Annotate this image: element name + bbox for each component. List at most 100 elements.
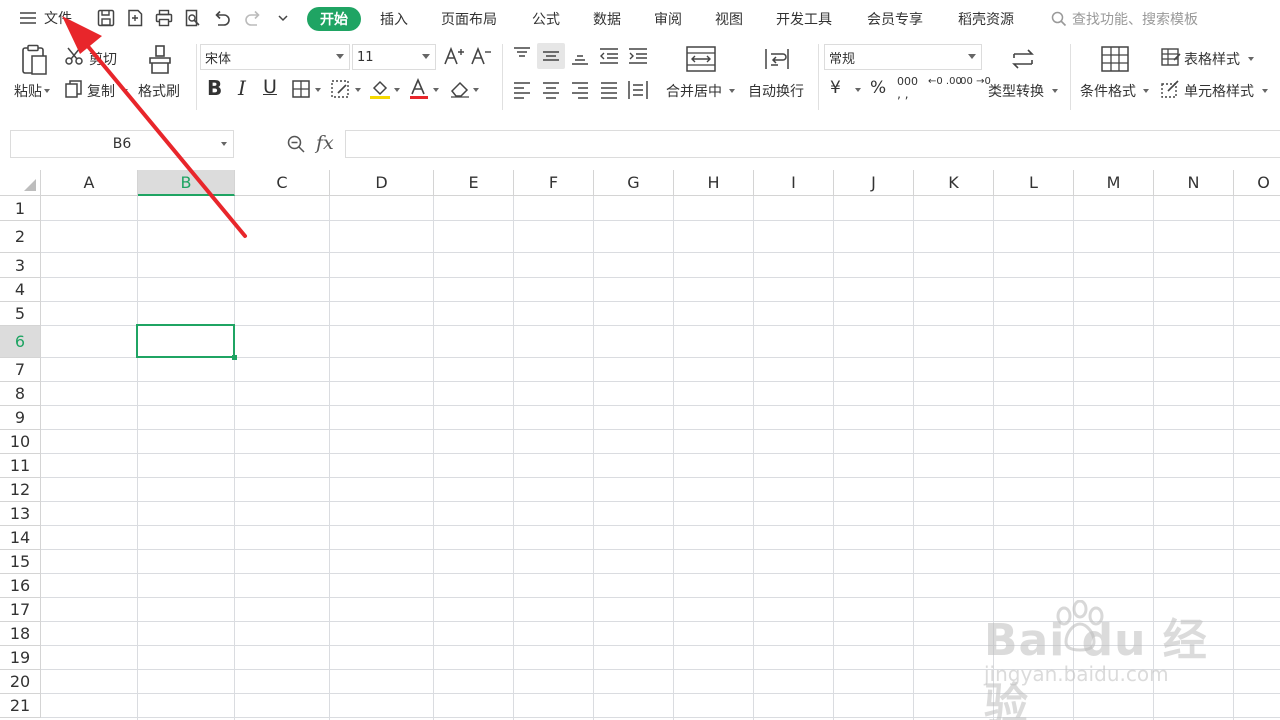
border-icon[interactable] (291, 79, 311, 99)
row-header[interactable]: 1 (0, 196, 41, 221)
italic-button[interactable]: I (238, 76, 246, 100)
type-convert-button[interactable]: 类型转换 (988, 81, 1044, 101)
align-top-icon[interactable] (512, 46, 532, 66)
font-name-select[interactable]: 宋体 (200, 44, 350, 70)
tab-view[interactable]: 视图 (715, 9, 743, 29)
row-header[interactable]: 20 (0, 670, 41, 694)
percent-button[interactable]: % (870, 78, 886, 98)
row-header[interactable]: 6 (0, 326, 41, 358)
fill-handle[interactable] (232, 355, 237, 360)
customize-toolbar-icon[interactable] (273, 8, 293, 28)
column-header[interactable]: H (674, 170, 754, 196)
export-pdf-icon[interactable] (125, 8, 145, 28)
spreadsheet-grid[interactable]: A B C D E F G H I J K L M N O 1 2 3 4 5 6 7 8 9 10 11 12 13 14 15 16 17… (0, 170, 1280, 720)
column-header[interactable]: L (994, 170, 1074, 196)
copy-dropdown-icon[interactable] (122, 89, 128, 93)
font-color-icon[interactable] (409, 78, 429, 100)
tab-review[interactable]: 审阅 (654, 9, 682, 29)
cell-style-dropdown-icon[interactable] (1262, 89, 1268, 93)
row-header[interactable]: 19 (0, 646, 41, 670)
copy-button[interactable]: 复制 (87, 81, 115, 101)
tab-formulas[interactable]: 公式 (532, 9, 560, 29)
row-header[interactable]: 3 (0, 253, 41, 278)
merge-center-button[interactable]: 合并居中 (666, 81, 722, 101)
column-header[interactable]: B (138, 170, 235, 196)
increase-indent-icon[interactable] (627, 46, 649, 66)
cell-style-button[interactable]: 单元格样式 (1184, 81, 1254, 101)
fill-color-icon[interactable] (369, 78, 391, 100)
row-header[interactable]: 15 (0, 550, 41, 574)
scissors-icon[interactable] (64, 46, 86, 66)
row-header[interactable]: 2 (0, 221, 41, 253)
conditional-format-button[interactable]: 条件格式 (1080, 81, 1136, 101)
row-header[interactable]: 5 (0, 302, 41, 326)
row-header[interactable]: 14 (0, 526, 41, 550)
cell-style-icon[interactable] (1160, 79, 1182, 99)
tab-member[interactable]: 会员专享 (867, 9, 923, 29)
align-bottom-icon[interactable] (570, 46, 590, 66)
merge-dropdown-icon[interactable] (729, 89, 735, 93)
bold-button[interactable]: B (207, 76, 222, 100)
row-header[interactable]: 4 (0, 278, 41, 302)
column-header[interactable]: A (41, 170, 138, 196)
redo-icon[interactable] (243, 8, 263, 28)
function-search[interactable]: 查找功能、搜索模板 (1050, 9, 1198, 29)
table-style-button[interactable]: 表格样式 (1184, 49, 1240, 69)
format-painter-button[interactable]: 格式刷 (138, 81, 180, 101)
column-header[interactable]: N (1154, 170, 1234, 196)
row-header[interactable]: 10 (0, 430, 41, 454)
number-format-select[interactable]: 常规 (824, 44, 982, 70)
conditional-format-icon[interactable] (1100, 45, 1130, 73)
eraser-icon[interactable] (449, 79, 471, 99)
decrease-indent-icon[interactable] (598, 46, 620, 66)
merge-center-icon[interactable] (685, 45, 717, 73)
wrap-text-button[interactable]: 自动换行 (748, 81, 804, 101)
font-size-select[interactable]: 11 (352, 44, 436, 70)
table-style-dropdown-icon[interactable] (1248, 57, 1254, 61)
cut-button[interactable]: 剪切 (89, 49, 117, 69)
tab-data[interactable]: 数据 (593, 9, 621, 29)
type-convert-icon[interactable] (1008, 44, 1038, 74)
formula-input[interactable] (345, 130, 1280, 158)
zoom-formula-icon[interactable] (286, 134, 306, 158)
row-header[interactable]: 18 (0, 622, 41, 646)
column-header[interactable]: M (1074, 170, 1154, 196)
fill-pattern-dropdown-icon[interactable] (355, 88, 361, 92)
row-header[interactable]: 16 (0, 574, 41, 598)
tab-developer[interactable]: 开发工具 (776, 9, 832, 29)
border-dropdown-icon[interactable] (315, 88, 321, 92)
row-header[interactable]: 9 (0, 406, 41, 430)
row-header[interactable]: 13 (0, 502, 41, 526)
column-header[interactable]: C (235, 170, 330, 196)
type-convert-dropdown-icon[interactable] (1052, 89, 1058, 93)
column-header[interactable]: G (594, 170, 674, 196)
align-left-icon[interactable] (512, 80, 532, 100)
column-header[interactable]: K (914, 170, 994, 196)
column-header[interactable]: O (1234, 170, 1280, 196)
fill-color-dropdown-icon[interactable] (394, 88, 400, 92)
column-header[interactable]: F (514, 170, 594, 196)
thousands-separator-button[interactable]: 000 ‚ ‚ (897, 76, 918, 101)
currency-button[interactable]: ¥ (830, 78, 841, 98)
select-all-corner[interactable] (0, 170, 41, 196)
paste-icon[interactable] (20, 44, 50, 76)
font-color-dropdown-icon[interactable] (433, 88, 439, 92)
print-preview-icon[interactable] (183, 8, 203, 28)
paste-dropdown-icon[interactable] (44, 89, 50, 93)
tab-page-layout[interactable]: 页面布局 (441, 9, 497, 29)
currency-dropdown-icon[interactable] (855, 88, 861, 92)
hamburger-menu-icon[interactable] (18, 8, 38, 28)
row-header[interactable]: 12 (0, 478, 41, 502)
row-header[interactable]: 21 (0, 694, 41, 718)
row-header[interactable]: 11 (0, 454, 41, 478)
tab-home[interactable]: 开始 (307, 7, 361, 31)
paste-button[interactable]: 粘贴 (14, 81, 42, 101)
table-style-icon[interactable] (1160, 47, 1182, 67)
name-box[interactable]: B6 (10, 130, 234, 158)
increase-decimal-button[interactable]: ←0 .00 (928, 76, 962, 87)
print-icon[interactable] (154, 8, 174, 28)
tab-insert[interactable]: 插入 (380, 9, 408, 29)
wrap-text-icon[interactable] (762, 45, 792, 73)
chevron-down-icon[interactable] (221, 142, 227, 146)
fill-pattern-icon[interactable] (330, 79, 352, 99)
